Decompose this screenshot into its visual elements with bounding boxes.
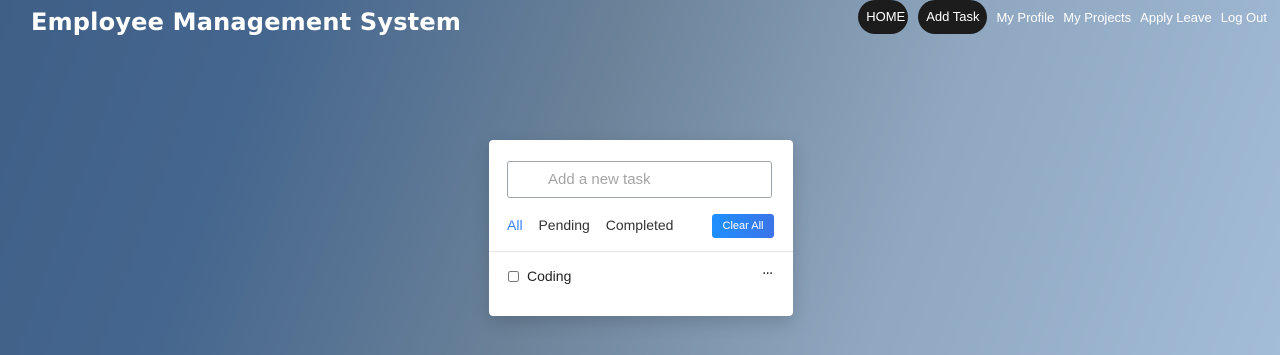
filter-all[interactable]: All bbox=[507, 217, 523, 233]
nav-home[interactable]: HOME bbox=[858, 0, 909, 34]
task-checkbox[interactable] bbox=[508, 270, 519, 282]
task-label: Coding bbox=[527, 268, 572, 284]
filter-pending[interactable]: Pending bbox=[538, 217, 589, 233]
todo-card: All Pending Completed Clear All Coding ·… bbox=[489, 140, 793, 316]
nav-my-projects[interactable]: My Projects bbox=[1063, 10, 1131, 25]
nav-apply-leave[interactable]: Apply Leave bbox=[1140, 10, 1212, 25]
task-item: Coding bbox=[507, 268, 571, 284]
task-filters: All Pending Completed bbox=[507, 217, 685, 233]
ellipsis-icon[interactable]: ··· bbox=[762, 266, 773, 282]
divider bbox=[489, 251, 793, 252]
nav-add-task[interactable]: Add Task bbox=[918, 0, 988, 34]
nav-my-profile[interactable]: My Profile bbox=[996, 10, 1054, 25]
nav-log-out[interactable]: Log Out bbox=[1221, 10, 1267, 25]
new-task-input[interactable] bbox=[507, 161, 772, 198]
clear-all-button[interactable]: Clear All bbox=[712, 214, 774, 238]
app-title: Employee Management System bbox=[31, 8, 462, 36]
top-nav: HOME Add Task My Profile My Projects App… bbox=[858, 0, 1280, 34]
filter-completed[interactable]: Completed bbox=[606, 217, 674, 233]
